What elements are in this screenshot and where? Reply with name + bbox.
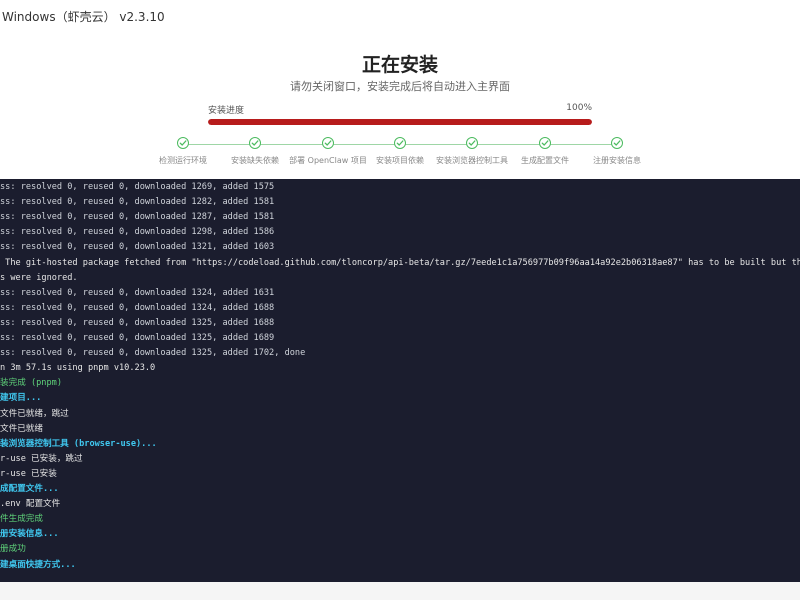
progress-label: 安装进度 <box>208 106 245 116</box>
log-line: s were ignored. <box>0 272 78 283</box>
install-panel: 正在安装 请勿关闭窗口，安装完成后将自动进入主界面 安装进度 100% 检测运行… <box>0 30 800 178</box>
log-line: 成配置文件... <box>0 484 59 494</box>
log-line: ss: resolved 0, reused 0, downloaded 132… <box>0 287 275 298</box>
log-line: 件生成完成 <box>0 514 43 525</box>
check-circle-icon <box>611 137 623 149</box>
log-line: 装完成 (pnpm) <box>0 378 62 389</box>
log-line: .env 配置文件 <box>0 499 61 510</box>
log-line: ss: resolved 0, reused 0, downloaded 132… <box>0 242 275 253</box>
progress-bar <box>208 119 592 125</box>
log-line: ss: resolved 0, reused 0, downloaded 126… <box>0 182 275 192</box>
log-line: ss: resolved 0, reused 0, downloaded 132… <box>0 317 275 328</box>
install-log-console[interactable]: ss: resolved 0, reused 0, downloaded 126… <box>0 179 800 582</box>
window-bottom-edge <box>0 582 800 600</box>
check-circle-icon <box>394 137 406 149</box>
log-line: The git-hosted package fetched from "htt… <box>0 257 800 268</box>
log-line: 文件已就绪，跳过 <box>0 408 69 419</box>
install-step: 注册安装信息 <box>562 137 672 166</box>
log-line: ss: resolved 0, reused 0, downloaded 132… <box>0 333 275 343</box>
log-line: ss: resolved 0, reused 0, downloaded 129… <box>0 227 275 238</box>
page-subtitle: 请勿关闭窗口，安装完成后将自动进入主界面 <box>290 80 510 93</box>
log-line: ss: resolved 0, reused 0, downloaded 128… <box>0 212 275 223</box>
page-title: 正在安装 <box>361 54 438 76</box>
check-circle-icon <box>539 137 551 149</box>
log-line: 册成功 <box>0 544 26 555</box>
progress-percent: 100% <box>566 103 592 113</box>
log-line: 册安装信息... <box>0 529 59 540</box>
log-line: 建桌面快捷方式... <box>0 559 76 570</box>
log-line: 文件已就绪 <box>0 423 43 434</box>
log-line: 装浏览器控制工具 (browser-use)... <box>0 438 157 449</box>
log-line: r-use 已安装，跳过 <box>0 453 83 464</box>
check-circle-icon <box>177 137 189 149</box>
check-circle-icon <box>322 137 334 149</box>
window-titlebar: Windows（虾壳云） v2.3.10 <box>0 0 800 31</box>
progress-bar-fill <box>208 119 592 125</box>
log-line: ss: resolved 0, reused 0, downloaded 132… <box>0 348 306 359</box>
log-line: 建项目... <box>0 393 42 404</box>
check-circle-icon <box>249 137 261 149</box>
log-line: r-use 已安装 <box>0 468 57 479</box>
window-title: Windows（虾壳云） v2.3.10 <box>2 10 165 24</box>
log-line: ss: resolved 0, reused 0, downloaded 128… <box>0 197 275 208</box>
log-line: ss: resolved 0, reused 0, downloaded 132… <box>0 302 275 313</box>
check-circle-icon <box>466 137 478 149</box>
log-line: n 3m 57.1s using pnpm v10.23.0 <box>0 363 156 374</box>
install-step-label: 注册安装信息 <box>593 156 641 165</box>
